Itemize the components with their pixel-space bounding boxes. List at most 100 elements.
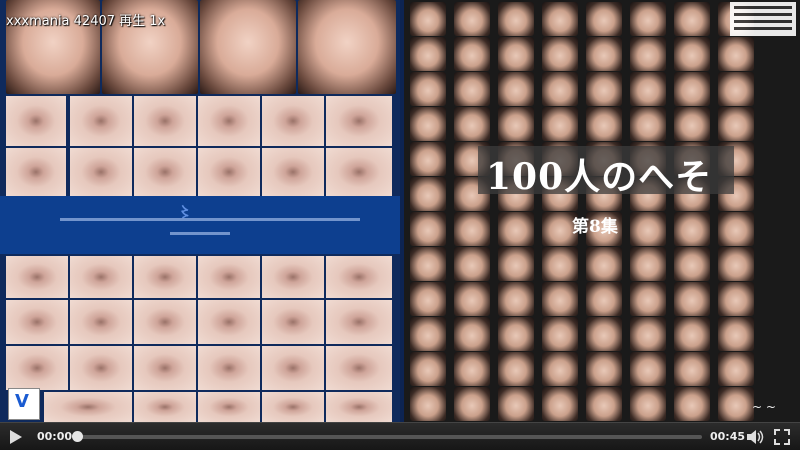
cover-face-thumbnail bbox=[498, 282, 534, 316]
cover-navel-photo bbox=[326, 148, 392, 196]
cover-face-thumbnail bbox=[542, 2, 578, 36]
cover-face-thumbnail bbox=[454, 107, 490, 141]
cover-face-thumbnail bbox=[410, 107, 446, 141]
cover-face-thumbnail bbox=[498, 37, 534, 71]
cover-face-thumbnail bbox=[674, 2, 710, 36]
cover-face-thumbnail bbox=[718, 107, 754, 141]
seek-bar[interactable] bbox=[74, 435, 702, 439]
cover-face-thumbnail bbox=[718, 247, 754, 281]
cover-face-thumbnail bbox=[674, 72, 710, 106]
cover-face-thumbnail bbox=[586, 107, 622, 141]
cover-face-thumbnail bbox=[586, 317, 622, 351]
cover-face-thumbnail bbox=[410, 282, 446, 316]
cover-face-thumbnail bbox=[498, 247, 534, 281]
cover-navel-photo bbox=[326, 96, 392, 146]
cover-face-thumbnail bbox=[410, 142, 446, 176]
cover-face-thumbnail bbox=[674, 387, 710, 421]
cover-navel-photo bbox=[44, 392, 132, 422]
cover-face-thumbnail bbox=[498, 212, 534, 246]
cover-subtitle: 第8集 bbox=[572, 217, 618, 237]
cover-navel-photo bbox=[262, 148, 324, 196]
cover-face-thumbnail bbox=[630, 317, 666, 351]
cover-navel-photo bbox=[134, 148, 196, 196]
cover-navel-photo bbox=[134, 256, 196, 298]
fullscreen-icon[interactable] bbox=[774, 429, 790, 445]
cover-navel-photo bbox=[198, 256, 260, 298]
cover-navel-photo bbox=[6, 256, 68, 298]
cover-navel-photo bbox=[198, 392, 260, 422]
cover-face-thumbnail bbox=[674, 37, 710, 71]
cover-navel-photo bbox=[262, 256, 324, 298]
cover-navel-photo bbox=[326, 392, 392, 422]
cover-navel-photo bbox=[326, 256, 392, 298]
cover-navel-photo bbox=[198, 300, 260, 344]
cover-band-text-line bbox=[170, 232, 230, 235]
cover-face-thumbnail bbox=[630, 37, 666, 71]
cover-navel-photo bbox=[262, 346, 324, 390]
cover-face-thumbnail bbox=[586, 2, 622, 36]
cover-face-thumbnail bbox=[454, 72, 490, 106]
total-time: 00:45 bbox=[710, 430, 746, 443]
cover-face-thumbnail bbox=[498, 387, 534, 421]
cover-navel-photo bbox=[6, 300, 68, 344]
cover-navel-photo bbox=[6, 148, 66, 196]
cover-face-thumbnail bbox=[718, 282, 754, 316]
cover-face-thumbnail bbox=[498, 107, 534, 141]
cover-face-thumbnail bbox=[410, 387, 446, 421]
cover-face-thumbnail bbox=[498, 317, 534, 351]
cover-face-thumbnail bbox=[718, 37, 754, 71]
cover-face-thumbnail bbox=[630, 247, 666, 281]
cover-face-thumbnail bbox=[718, 387, 754, 421]
cover-face-thumbnail bbox=[454, 387, 490, 421]
video-player: 〻 V 100人のへそ 第8集 ~ ~ xxxmania 42407 再生 1x… bbox=[0, 0, 800, 450]
cover-face-thumbnail bbox=[586, 387, 622, 421]
cover-navel-photo bbox=[70, 96, 132, 146]
cover-left-panel: 〻 V bbox=[0, 0, 400, 422]
cover-face-thumbnail bbox=[586, 352, 622, 386]
cover-right-panel bbox=[404, 0, 800, 422]
rating-badge-icon: V bbox=[8, 388, 40, 420]
cover-info-stamp bbox=[730, 2, 796, 36]
video-frame[interactable]: 〻 V 100人のへそ 第8集 ~ ~ xxxmania 42407 再生 1x bbox=[0, 0, 800, 422]
cover-face-thumbnail bbox=[674, 107, 710, 141]
cover-face-thumbnail bbox=[498, 72, 534, 106]
cover-navel-photo bbox=[134, 300, 196, 344]
cover-face-thumbnail bbox=[410, 317, 446, 351]
cover-face-thumbnail bbox=[542, 72, 578, 106]
cover-face-thumbnail bbox=[718, 72, 754, 106]
cover-face-thumbnail bbox=[586, 247, 622, 281]
cover-band-text-line bbox=[60, 218, 360, 221]
seek-handle[interactable] bbox=[72, 431, 83, 442]
volume-icon[interactable] bbox=[746, 429, 764, 445]
cover-face-thumbnail bbox=[542, 107, 578, 141]
cover-face-thumbnail bbox=[586, 37, 622, 71]
cover-face-thumbnail bbox=[630, 387, 666, 421]
cover-navel-photo bbox=[326, 346, 392, 390]
current-time: 00:00 bbox=[37, 430, 73, 443]
cover-face-thumbnail bbox=[454, 352, 490, 386]
cover-face-thumbnail bbox=[630, 107, 666, 141]
cover-face-thumbnail bbox=[718, 212, 754, 246]
cover-face-thumbnail bbox=[630, 2, 666, 36]
cover-navel-photo bbox=[70, 346, 132, 390]
cover-face-thumbnail bbox=[674, 282, 710, 316]
cover-face-thumbnail bbox=[454, 212, 490, 246]
cover-navel-photo bbox=[134, 346, 196, 390]
cover-navel-photo bbox=[6, 346, 68, 390]
cover-face-thumbnail bbox=[718, 352, 754, 386]
cover-face-thumbnail bbox=[410, 2, 446, 36]
cover-face-thumbnail bbox=[586, 72, 622, 106]
cover-navel-photo bbox=[198, 346, 260, 390]
play-icon[interactable] bbox=[10, 430, 22, 444]
cover-face-thumbnail bbox=[410, 352, 446, 386]
cover-face-thumbnail bbox=[410, 37, 446, 71]
cover-navel-photo bbox=[134, 392, 196, 422]
cover-face-thumbnail bbox=[454, 282, 490, 316]
cover-face-thumbnail bbox=[630, 282, 666, 316]
cover-face-thumbnail bbox=[454, 247, 490, 281]
cover-info-band bbox=[0, 196, 400, 254]
cover-face-thumbnail bbox=[454, 37, 490, 71]
cover-face-thumbnail bbox=[542, 387, 578, 421]
video-overlay-title: xxxmania 42407 再生 1x bbox=[6, 14, 166, 29]
player-control-bar: 00:00 00:45 bbox=[0, 422, 800, 450]
